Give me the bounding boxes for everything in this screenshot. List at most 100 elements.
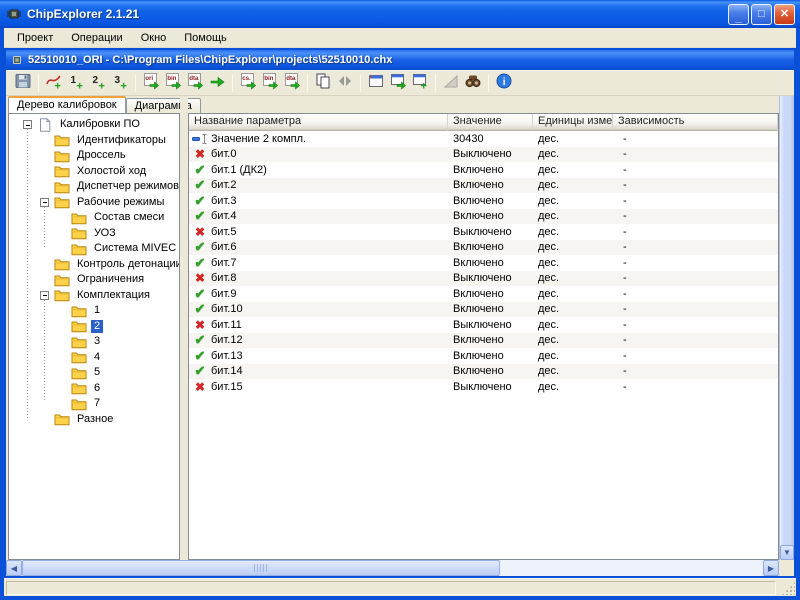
resize-grip[interactable] bbox=[782, 582, 795, 595]
tree-item[interactable]: 4 bbox=[9, 350, 179, 366]
table-row[interactable]: ✔бит.12Включенодес.- bbox=[189, 333, 778, 349]
curve-plus-icon: + bbox=[45, 72, 63, 95]
param-name: бит.1 (ДК2) bbox=[211, 164, 267, 176]
tree-item[interactable]: 5 bbox=[9, 365, 179, 381]
tree-item[interactable]: 1 bbox=[9, 303, 179, 319]
tree-item[interactable]: 7 bbox=[9, 396, 179, 412]
tree-item[interactable]: Комплектация bbox=[9, 288, 179, 304]
menu-item-window[interactable]: Окно bbox=[132, 30, 176, 46]
toolbar-button-export-dta-2[interactable]: dta bbox=[281, 72, 303, 94]
menu-item-project[interactable]: Проект bbox=[8, 30, 62, 46]
table-row[interactable]: ✔бит.2Включенодес.- bbox=[189, 178, 778, 194]
svg-text:i: i bbox=[503, 77, 506, 88]
toolbar-button-add-2[interactable]: 2+ bbox=[87, 72, 109, 94]
column-header-4[interactable]: Зависимость bbox=[613, 114, 778, 131]
horizontal-scrollbar-track[interactable] bbox=[500, 560, 763, 576]
horizontal-scrollbar[interactable]: ◀ ▶ bbox=[6, 560, 794, 576]
close-button[interactable]: ✕ bbox=[774, 4, 795, 25]
maximize-button[interactable]: □ bbox=[751, 4, 772, 25]
tree-item[interactable]: 3 bbox=[9, 334, 179, 350]
tree-item[interactable]: Контроль детонации bbox=[9, 257, 179, 273]
toolbar-button-export-cs[interactable]: cs. bbox=[237, 72, 259, 94]
table-row[interactable]: ✖бит.5Выключенодес.- bbox=[189, 224, 778, 240]
tab-tree[interactable]: Дерево калибровок bbox=[8, 96, 126, 113]
param-name: бит.6 bbox=[211, 241, 236, 253]
svg-text:bin: bin bbox=[264, 75, 273, 82]
menu-item-operations[interactable]: Операции bbox=[62, 30, 131, 46]
toolbar-button-export-dta[interactable]: dta bbox=[184, 72, 206, 94]
horizontal-scrollbar-thumb[interactable] bbox=[22, 560, 500, 576]
svg-text:ori: ori bbox=[145, 75, 153, 82]
toolbar-button-export-bin-2[interactable]: bin bbox=[259, 72, 281, 94]
tree-item-label: Диспетчер режимов bbox=[74, 180, 180, 193]
toolbar-button-find[interactable] bbox=[462, 72, 484, 94]
menu-item-help[interactable]: Помощь bbox=[175, 30, 236, 46]
param-units: дес. bbox=[533, 303, 613, 315]
folder-icon bbox=[71, 381, 87, 395]
arrow-icon bbox=[208, 72, 226, 95]
toolbar-button-export-ori[interactable]: ori bbox=[140, 72, 162, 94]
toolbar-separator bbox=[232, 74, 233, 92]
tree-item[interactable]: Калибровки ПО bbox=[9, 117, 179, 133]
toolbar-button-add-curve[interactable]: + bbox=[43, 72, 65, 94]
table-row[interactable]: ✔бит.13Включенодес.- bbox=[189, 348, 778, 364]
column-header-3[interactable]: Единицы изме... bbox=[533, 114, 613, 131]
table-row[interactable]: ✔бит.3Включенодес.- bbox=[189, 193, 778, 209]
table-row[interactable]: ✖бит.8Выключенодес.- bbox=[189, 271, 778, 287]
scroll-left-button[interactable]: ◀ bbox=[6, 560, 22, 576]
table-row[interactable]: ✖бит.15Выключенодес.- bbox=[189, 379, 778, 395]
toolbar-button-compare[interactable] bbox=[334, 72, 356, 94]
pane-splitter[interactable] bbox=[180, 96, 188, 560]
tree-expander-minus[interactable] bbox=[23, 120, 32, 129]
tree-item[interactable]: Холостой ход bbox=[9, 164, 179, 180]
scroll-down-button[interactable]: ▼ bbox=[780, 545, 794, 560]
toolbar-button-window-export[interactable] bbox=[387, 72, 409, 94]
table-row[interactable]: ✖бит.11Выключенодес.- bbox=[189, 317, 778, 333]
vertical-scrollbar[interactable]: ▼ bbox=[779, 96, 794, 560]
tree-item[interactable]: Состав смеси bbox=[9, 210, 179, 226]
param-value: Включено bbox=[448, 365, 533, 377]
tree-item[interactable]: Система MIVEC bbox=[9, 241, 179, 257]
tree-item[interactable]: Ограничения bbox=[9, 272, 179, 288]
table-row[interactable]: ✖бит.0Выключенодес.- bbox=[189, 147, 778, 163]
tree-item[interactable]: Диспетчер режимов bbox=[9, 179, 179, 195]
tree-item[interactable]: 6 bbox=[9, 381, 179, 397]
toolbar-button-window-new[interactable] bbox=[365, 72, 387, 94]
table-row[interactable]: ✔бит.10Включенодес.- bbox=[189, 302, 778, 318]
column-header-2[interactable]: Значение bbox=[448, 114, 533, 131]
tree-item[interactable]: Рабочие режимы bbox=[9, 195, 179, 211]
toolbar-button-slope[interactable] bbox=[440, 72, 462, 94]
tree-item[interactable]: Дроссель bbox=[9, 148, 179, 164]
toolbar-button-copy-pages[interactable] bbox=[312, 72, 334, 94]
table-row[interactable]: ✔бит.14Включенодес.- bbox=[189, 364, 778, 380]
toolbar-button-window-add[interactable]: + bbox=[409, 72, 431, 94]
tree-item[interactable]: УОЗ bbox=[9, 226, 179, 242]
table-row[interactable]: Значение 2 компл.30430дес.- bbox=[189, 131, 778, 147]
table-row[interactable]: ✔бит.9Включенодес.- bbox=[189, 286, 778, 302]
toolbar-button-export-bin[interactable]: bin bbox=[162, 72, 184, 94]
toolbar-button-add-1[interactable]: 1+ bbox=[65, 72, 87, 94]
param-name-cell: ✔бит.2 bbox=[189, 178, 448, 192]
table-row[interactable]: ✔бит.6Включенодес.- bbox=[189, 240, 778, 256]
tree-item[interactable]: 2 bbox=[9, 319, 179, 335]
param-name: бит.7 bbox=[211, 257, 236, 269]
toolbar-button-about[interactable]: i bbox=[493, 72, 515, 94]
param-units: дес. bbox=[533, 164, 613, 176]
column-header-1[interactable]: Название параметра bbox=[189, 114, 448, 131]
tree-expander-minus[interactable] bbox=[40, 198, 49, 207]
tree-item[interactable]: Разное bbox=[9, 412, 179, 428]
toolbar-button-save[interactable] bbox=[12, 72, 34, 94]
toolbar-button-export-run[interactable] bbox=[206, 72, 228, 94]
table-row[interactable]: ✔бит.4Включенодес.- bbox=[189, 209, 778, 225]
tree-item[interactable]: Идентификаторы bbox=[9, 133, 179, 149]
table-row[interactable]: ✔бит.7Включенодес.- bbox=[189, 255, 778, 271]
scroll-right-button[interactable]: ▶ bbox=[763, 560, 779, 576]
toolbar-button-add-3[interactable]: 3+ bbox=[109, 72, 131, 94]
folder-icon bbox=[71, 319, 87, 333]
vertical-scrollbar-track[interactable] bbox=[780, 96, 794, 545]
document-window: 52510010_ORI - C:\Program Files\ChipExpl… bbox=[4, 48, 796, 578]
table-row[interactable]: ✔бит.1 (ДК2)Включенодес.- bbox=[189, 162, 778, 178]
minimize-button[interactable]: _ bbox=[728, 4, 749, 25]
tree-item-label: 4 bbox=[91, 351, 103, 364]
tree-expander-minus[interactable] bbox=[40, 291, 49, 300]
